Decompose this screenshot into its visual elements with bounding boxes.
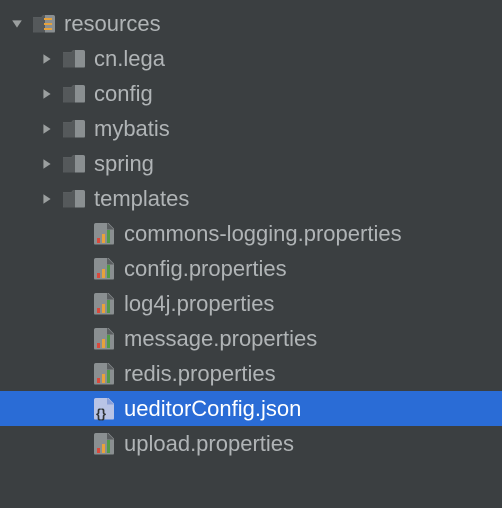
folder-icon [62, 83, 86, 105]
tree-folder-config[interactable]: config [0, 76, 502, 111]
tree-item-label: upload.properties [124, 433, 294, 455]
disclosure-triangle-down-icon[interactable] [10, 18, 24, 30]
tree-item-label: commons-logging.properties [124, 223, 402, 245]
project-tree: resources cn.lega config mybatis spring [0, 0, 502, 461]
resources-folder-icon [32, 13, 56, 35]
json-file-icon: {} [92, 398, 116, 420]
folder-icon [62, 188, 86, 210]
folder-icon [62, 118, 86, 140]
tree-file-upload[interactable]: upload.properties [0, 426, 502, 461]
tree-folder-spring[interactable]: spring [0, 146, 502, 181]
tree-folder-cn-lega[interactable]: cn.lega [0, 41, 502, 76]
disclosure-triangle-right-icon[interactable] [40, 193, 54, 205]
tree-file-commons-logging[interactable]: commons-logging.properties [0, 216, 502, 251]
tree-item-label: redis.properties [124, 363, 276, 385]
tree-file-ueditorconfig[interactable]: {} ueditorConfig.json [0, 391, 502, 426]
tree-item-label: ueditorConfig.json [124, 398, 301, 420]
tree-item-label: config [94, 83, 153, 105]
folder-icon [62, 48, 86, 70]
disclosure-triangle-right-icon[interactable] [40, 88, 54, 100]
disclosure-triangle-right-icon[interactable] [40, 158, 54, 170]
tree-folder-resources[interactable]: resources [0, 6, 502, 41]
properties-file-icon [92, 293, 116, 315]
folder-icon [62, 153, 86, 175]
tree-folder-templates[interactable]: templates [0, 181, 502, 216]
properties-file-icon [92, 223, 116, 245]
disclosure-triangle-right-icon[interactable] [40, 123, 54, 135]
tree-item-label: mybatis [94, 118, 170, 140]
properties-file-icon [92, 363, 116, 385]
properties-file-icon [92, 328, 116, 350]
tree-item-label: config.properties [124, 258, 287, 280]
tree-item-label: templates [94, 188, 189, 210]
tree-file-config-properties[interactable]: config.properties [0, 251, 502, 286]
tree-item-label: log4j.properties [124, 293, 274, 315]
properties-file-icon [92, 258, 116, 280]
tree-file-redis[interactable]: redis.properties [0, 356, 502, 391]
tree-item-label: resources [64, 13, 161, 35]
tree-file-log4j[interactable]: log4j.properties [0, 286, 502, 321]
disclosure-triangle-right-icon[interactable] [40, 53, 54, 65]
tree-item-label: spring [94, 153, 154, 175]
tree-folder-mybatis[interactable]: mybatis [0, 111, 502, 146]
tree-item-label: cn.lega [94, 48, 165, 70]
tree-file-message[interactable]: message.properties [0, 321, 502, 356]
tree-item-label: message.properties [124, 328, 317, 350]
properties-file-icon [92, 433, 116, 455]
